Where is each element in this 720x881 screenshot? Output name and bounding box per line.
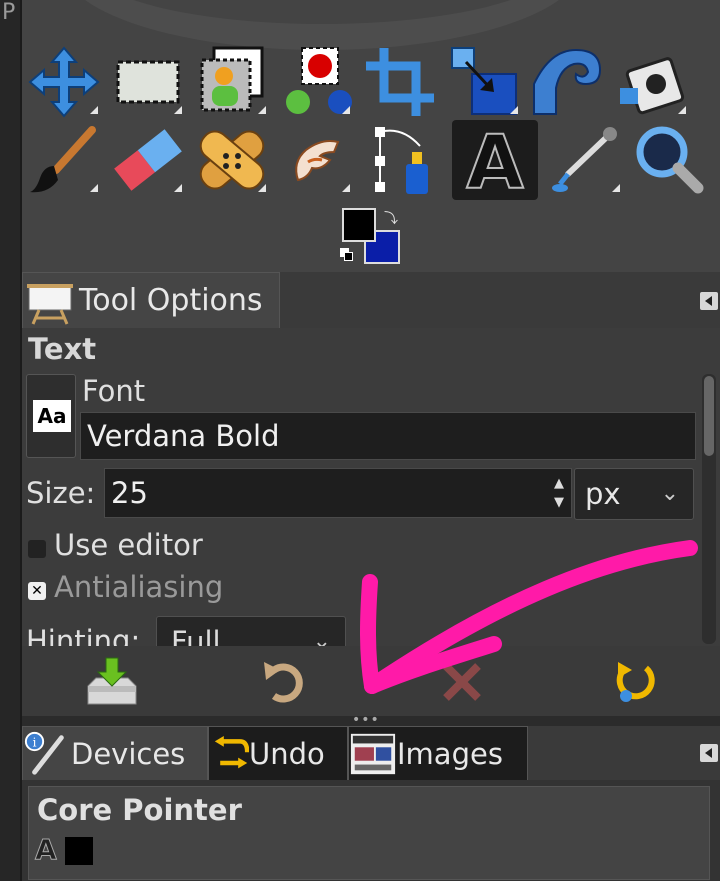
spin-down-icon[interactable]: ▼ [550,493,568,512]
tab-images-label: Images [397,736,503,771]
antialiasing-checkbox[interactable]: ✕ [28,582,46,600]
tab-menu-button[interactable] [700,292,718,310]
warp-icon [533,48,602,115]
tab-devices-label: Devices [71,736,186,771]
undo-history-icon [214,735,249,768]
restore-options-button[interactable] [258,656,314,708]
tool-name: Text [28,332,97,366]
clone-tool-button[interactable] [614,44,690,120]
antialiasing-label: Antialiasing [54,570,224,604]
use-editor-label: Use editor [54,528,203,562]
toolbox: A ⤵ [22,0,720,272]
current-tool-indicator: A [35,833,58,867]
tab-undo-label: Undo [249,736,325,771]
hinting-value: Full [171,625,221,646]
font-picker-button[interactable]: Aa [26,374,76,458]
paths-icon [375,127,428,194]
color-picker-tool-button[interactable] [548,122,624,198]
heal-tool-button[interactable] [194,122,270,198]
restore-icon [264,662,303,703]
images-thumbnail-icon [350,733,396,774]
move-tool-button[interactable] [26,44,102,120]
crop-tool-button[interactable] [362,44,438,120]
color-select-tool-button[interactable] [278,44,354,120]
bottom-tab-row: i Devices Undo Images [22,726,720,780]
zoom-icon [636,126,704,194]
reset-options-button[interactable] [606,656,662,708]
svg-text:A: A [466,120,523,200]
hinting-select[interactable]: Full ⌄ [156,616,346,646]
current-foreground-swatch [65,837,93,865]
devices-panel: Core Pointer A [22,780,720,881]
scrollbar-thumb[interactable] [704,376,714,456]
zoom-tool-button[interactable] [630,122,706,198]
smudge-tool-button[interactable] [278,122,354,198]
warp-tool-button[interactable] [530,44,606,120]
scale-tool-button[interactable] [446,44,522,120]
paths-tool-button[interactable] [362,122,438,198]
easel-icon [27,283,73,325]
options-scrollbar[interactable] [702,374,716,644]
tab-images[interactable]: Images [348,726,528,780]
core-pointer-status: Core Pointer A [28,786,710,880]
device-status-icon: i [24,731,64,775]
wilber-watermark [62,0,582,50]
text-icon: A [465,120,524,200]
tool-options-tab-row: Tool Options [22,272,720,328]
core-pointer-title: Core Pointer [37,793,242,827]
reset-icon [616,662,655,702]
default-colors-icon[interactable] [340,248,354,262]
hinting-label: Hinting: [26,624,141,646]
eraser-tool-button[interactable] [110,122,186,198]
tab-devices[interactable]: i Devices [22,726,208,780]
tool-options-action-bar [22,646,720,716]
foreground-color-swatch-top [342,208,376,242]
tab-tool-options[interactable]: Tool Options [22,272,280,328]
fg-bg-colors[interactable]: ⤵ [340,206,404,266]
unit-value: px [585,477,621,511]
window-title-fragment: P [2,0,16,25]
delete-icon [443,663,481,701]
paintbrush-tool-button[interactable] [26,122,102,198]
size-label: Size: [26,476,96,510]
tab-tool-options-label: Tool Options [79,283,263,318]
foreground-select-tool-button[interactable] [194,44,270,120]
unit-select[interactable]: px ⌄ [574,468,694,520]
svg-text:i: i [33,734,37,749]
chevron-down-icon: ⌄ [660,481,679,506]
text-tool-button[interactable]: A [452,120,538,200]
save-options-icon [87,657,137,705]
font-input[interactable]: Verdana Bold [80,412,696,460]
left-panel-edge: P [0,0,22,881]
spin-up-icon[interactable]: ▲ [550,474,568,493]
swap-colors-icon[interactable]: ⤵ [384,208,398,228]
tool-options-panel: Text Aa Font Verdana Bold Size: 25 ▲ ▼ px… [22,328,720,646]
tab-undo[interactable]: Undo [208,726,348,780]
bottom-tab-menu-button[interactable] [700,744,718,762]
use-editor-checkbox[interactable] [28,540,46,558]
size-spinner[interactable]: ▲ ▼ [550,474,568,516]
font-label: Font [82,374,146,408]
font-preview-icon: Aa [33,400,71,432]
rect-select-tool-button[interactable] [110,44,186,120]
chevron-down-icon: ⌄ [312,629,331,646]
crop-icon [366,48,434,116]
size-input[interactable]: 25 [104,468,572,518]
save-options-button[interactable] [84,656,140,708]
delete-options-button[interactable] [434,656,490,708]
